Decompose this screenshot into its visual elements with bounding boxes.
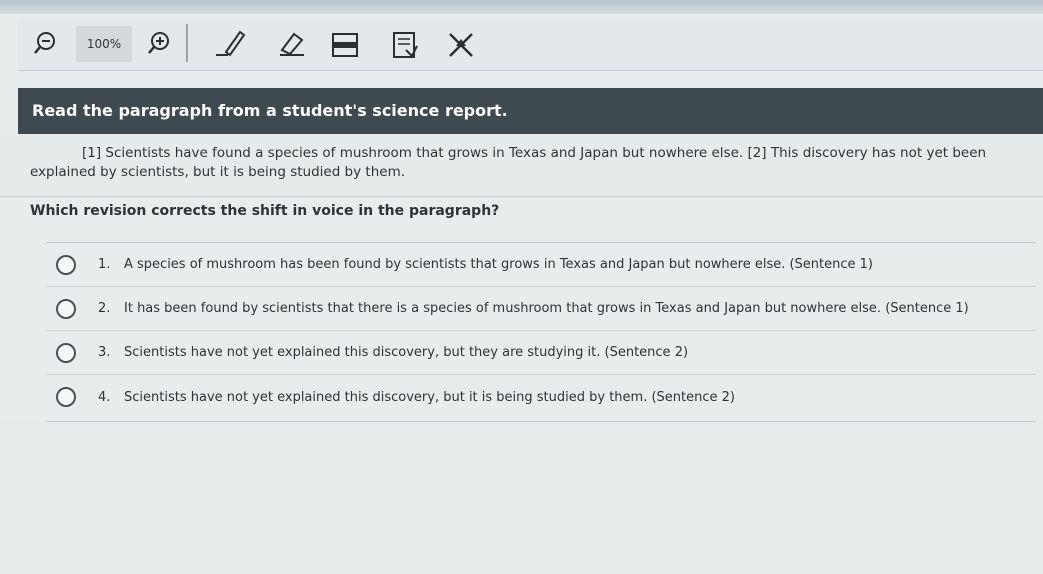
passage-text: [1] Scientists have found a species of m… — [30, 145, 987, 180]
window-top-strip — [0, 0, 1043, 14]
passage-panel: [1] Scientists have found a species of m… — [0, 134, 1043, 197]
answer-option-2[interactable]: 2. It has been found by scientists that … — [46, 287, 1036, 331]
radio-button[interactable] — [56, 387, 76, 407]
zoom-out-icon — [34, 32, 55, 54]
toolbar: 100% — [18, 18, 1043, 71]
answer-text: A species of mushroom has been found by … — [124, 257, 874, 272]
radio-button[interactable] — [56, 342, 76, 363]
answer-option-1[interactable]: 1. A species of mushroom has been found … — [46, 243, 1036, 287]
answer-number: 2. — [98, 301, 111, 316]
radio-button[interactable] — [56, 298, 76, 319]
answer-text: Scientists have not yet explained this d… — [124, 389, 735, 405]
answer-list: 1. A species of mushroom has been found … — [46, 242, 1036, 422]
notepad-button[interactable] — [390, 30, 420, 60]
passage-header: Read the paragraph from a student's scie… — [18, 88, 1043, 134]
zoom-level-text: 100% — [86, 37, 122, 51]
line-reader-button[interactable] — [330, 30, 360, 60]
highlighter-icon — [332, 33, 358, 57]
answer-text: Scientists have not yet explained this d… — [124, 345, 689, 360]
eraser-button[interactable] — [274, 28, 308, 58]
answer-option-4[interactable]: 4. Scientists have not yet explained thi… — [46, 375, 1036, 419]
eraser-icon — [280, 32, 304, 56]
question-prompt: Which revision corrects the shift in voi… — [30, 203, 500, 219]
radio-button[interactable] — [56, 254, 76, 275]
answer-number: 4. — [98, 389, 111, 405]
toolbar-divider — [186, 24, 188, 62]
answer-eliminator-icon — [449, 33, 473, 57]
answer-text: It has been found by scientists that the… — [124, 301, 969, 316]
pen-icon — [216, 30, 246, 57]
zoom-level-display: 100% — [76, 26, 132, 62]
zoom-in-icon — [148, 32, 169, 54]
answer-number: 3. — [98, 345, 111, 360]
notepad-icon — [393, 32, 418, 58]
answer-option-3[interactable]: 3. Scientists have not yet explained thi… — [46, 331, 1036, 375]
pen-button[interactable] — [214, 28, 248, 58]
blank-content-area — [0, 422, 1043, 574]
zoom-out-button[interactable] — [32, 30, 58, 56]
zoom-in-button[interactable] — [146, 30, 172, 56]
answer-number: 1. — [98, 257, 111, 272]
answer-eliminator-button[interactable] — [446, 30, 476, 60]
